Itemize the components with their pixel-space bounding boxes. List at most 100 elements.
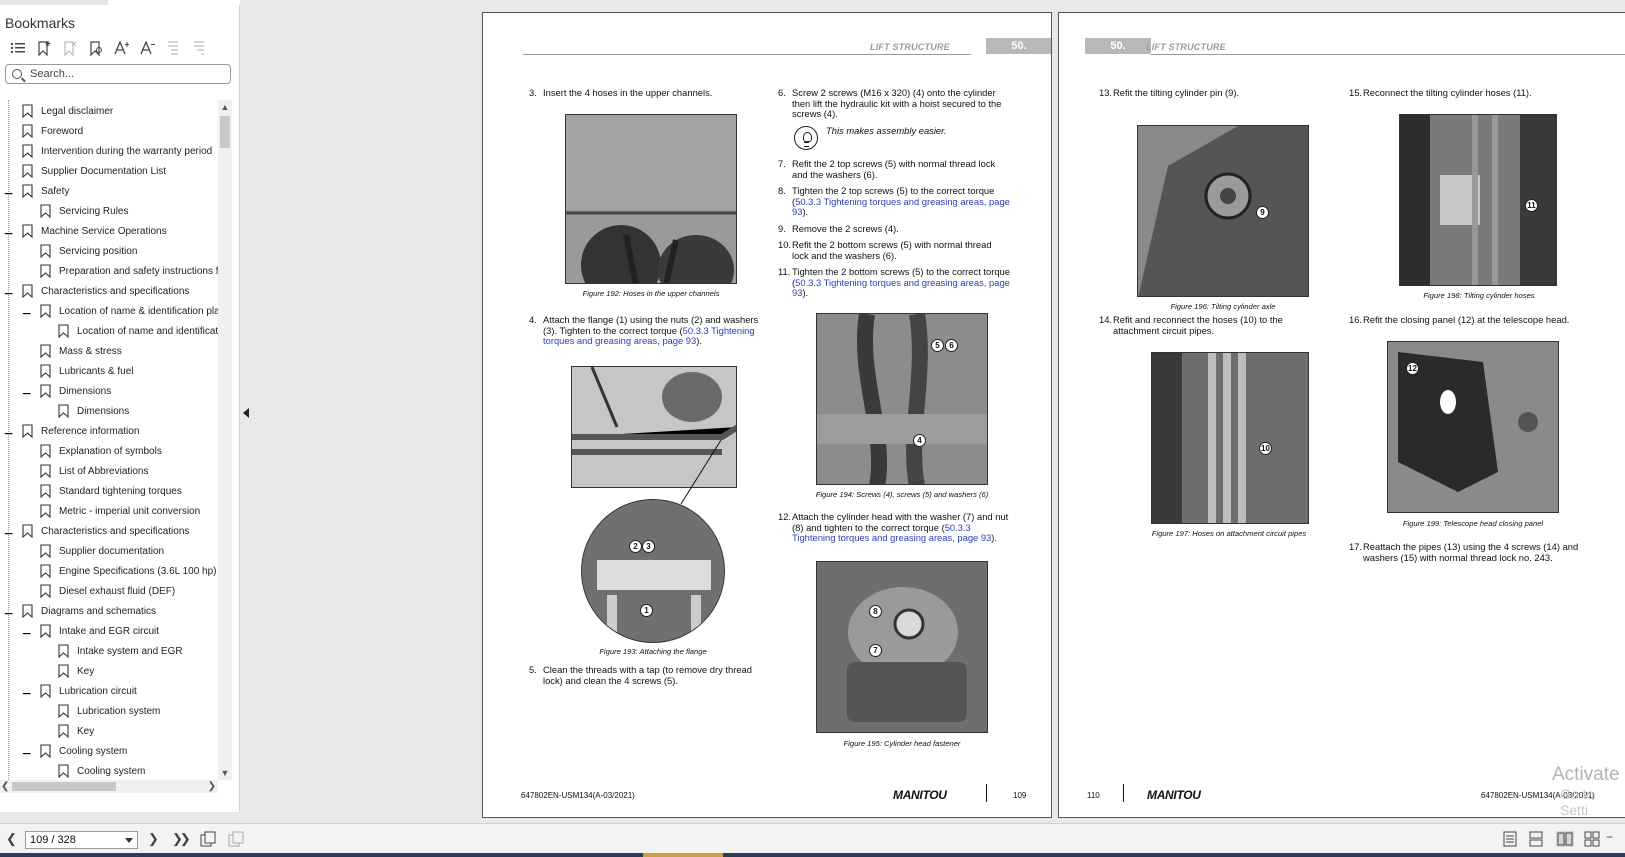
collapse-toggle-icon[interactable]: − xyxy=(22,626,31,644)
last-page-icon[interactable]: ❯❯ xyxy=(172,831,191,847)
collapse-toggle-icon[interactable]: − xyxy=(4,526,13,544)
bookmark-search-input[interactable] xyxy=(30,68,210,80)
bookmark-item[interactable]: Key xyxy=(58,661,94,681)
bookmark-item[interactable]: Diesel exhaust fluid (DEF) xyxy=(40,581,175,601)
torque-table-link[interactable]: 50.3.3 Tightening torques and greasing a… xyxy=(792,277,1010,299)
bookmark-item[interactable]: Lubrication circuit xyxy=(40,681,137,701)
scroll-thumb[interactable] xyxy=(220,116,230,148)
bookmark-icon xyxy=(40,624,51,638)
scroll-up-icon[interactable]: ▲ xyxy=(220,102,230,112)
collapse-toggle-icon[interactable]: − xyxy=(4,426,13,444)
delete-bookmark-icon[interactable] xyxy=(57,38,83,58)
bookmark-item[interactable]: Supplier documentation xyxy=(40,541,164,561)
expand-text-icon[interactable] xyxy=(109,38,135,58)
shrink-text-icon[interactable] xyxy=(135,38,161,58)
add-bookmark-icon[interactable] xyxy=(31,38,57,58)
bookmark-item[interactable]: Explanation of symbols xyxy=(40,441,162,461)
bookmark-item[interactable]: Lubricants & fuel xyxy=(40,361,134,381)
page-number-field[interactable]: 109 / 328 xyxy=(25,831,138,849)
step-text: Remove the 2 screws (4). xyxy=(792,223,899,234)
bookmark-item[interactable]: Cooling system xyxy=(58,761,145,780)
chevron-down-icon[interactable] xyxy=(125,838,133,843)
document-page-109: LIFT STRUCTURE 50. 3. Insert the 4 hoses… xyxy=(482,12,1052,818)
step-number: 7. xyxy=(778,158,786,169)
bookmark-search-box[interactable] xyxy=(5,64,231,84)
bookmark-item[interactable]: Supplier Documentation List xyxy=(22,161,166,181)
scroll-thumb-horizontal[interactable] xyxy=(12,782,116,791)
next-page-icon[interactable]: ❯ xyxy=(148,831,159,847)
bookmark-vertical-scrollbar[interactable]: ▲ ▼ xyxy=(218,100,232,780)
bookmark-item[interactable]: Servicing position xyxy=(40,241,137,261)
bookmark-item[interactable]: Intake system and EGR xyxy=(58,641,183,661)
step-text: Tighten the 2 bottom screws (5) to the c… xyxy=(792,266,1010,299)
bookmarks-title: Bookmarks xyxy=(5,15,76,31)
expand-all-icon[interactable] xyxy=(161,38,187,58)
bookmark-item[interactable]: Preparation and safety instructions for xyxy=(40,261,218,281)
callout-12: 12 xyxy=(1406,362,1419,375)
bookmark-item[interactable]: Metric - imperial unit conversion xyxy=(40,501,200,521)
bookmark-item[interactable]: Location of name & identification pla xyxy=(40,301,218,321)
collapse-panel-icon[interactable] xyxy=(243,408,249,418)
collapse-toggle-icon[interactable]: − xyxy=(22,686,31,704)
collapse-toggle-icon[interactable]: − xyxy=(4,286,13,304)
bookmark-item[interactable]: Foreword xyxy=(22,121,83,141)
continuous-view-icon[interactable] xyxy=(1528,831,1544,847)
two-page-view-icon[interactable] xyxy=(1556,831,1574,847)
bookmark-item[interactable]: Key xyxy=(58,721,94,741)
bookmark-options-icon[interactable] xyxy=(5,38,31,58)
callout-1: 1 xyxy=(640,604,653,617)
bookmark-item[interactable]: List of Abbreviations xyxy=(40,461,149,481)
scroll-down-icon[interactable]: ▼ xyxy=(220,768,230,778)
figure-193-caption: Figure 193: Attaching the flange xyxy=(599,647,707,656)
torque-table-link[interactable]: 50.3.3 Tightening torques and greasing a… xyxy=(792,196,1010,218)
bookmark-item[interactable]: Characteristics and specifications xyxy=(22,521,189,541)
active-panel-tab[interactable] xyxy=(108,0,240,5)
bookmark-icon xyxy=(22,104,33,118)
step-text: Reconnect the tilting cylinder hoses (11… xyxy=(1363,87,1532,98)
collapse-toggle-icon[interactable]: − xyxy=(4,226,13,244)
zoom-out-icon[interactable]: − xyxy=(1606,830,1613,844)
bookmark-item[interactable]: Engine Specifications (3.6L 100 hp) xyxy=(40,561,217,581)
step-number: 15. xyxy=(1349,87,1363,98)
figure-197-image xyxy=(1151,352,1309,524)
bookmark-icon xyxy=(40,244,51,258)
collapse-toggle-icon[interactable]: − xyxy=(22,306,31,324)
bookmark-item[interactable]: Characteristics and specifications xyxy=(22,281,189,301)
bookmark-item[interactable]: Dimensions xyxy=(40,381,111,401)
prev-page-icon[interactable]: ❮ xyxy=(6,831,17,847)
bookmark-item[interactable]: Machine Service Operations xyxy=(22,221,167,241)
single-page-view-icon[interactable] xyxy=(1502,831,1518,847)
scroll-left-icon[interactable]: ❮ xyxy=(1,780,9,793)
collapse-toggle-icon[interactable]: − xyxy=(4,606,13,624)
bookmark-item[interactable]: Legal disclaimer xyxy=(22,101,113,121)
bookmark-item[interactable]: Safety xyxy=(22,181,69,201)
bookmark-item[interactable]: Cooling system xyxy=(40,741,127,761)
step-text: Refit and reconnect the hoses (10) to th… xyxy=(1113,314,1283,336)
bookmark-item[interactable]: Mass & stress xyxy=(40,341,122,361)
page-indicator: 109 / 328 xyxy=(30,834,76,846)
collapse-toggle-icon[interactable]: − xyxy=(22,386,31,404)
collapse-toggle-icon[interactable]: − xyxy=(22,746,31,764)
bookmark-item[interactable]: Intake and EGR circuit xyxy=(40,621,159,641)
bookmark-icon xyxy=(22,124,33,138)
collapse-toggle-icon[interactable]: − xyxy=(4,186,13,204)
paste-icon[interactable] xyxy=(228,831,244,847)
step-number: 16. xyxy=(1349,314,1363,325)
bookmark-item[interactable]: Location of name and identificati xyxy=(58,321,218,341)
bookmark-item[interactable]: Intervention during the warranty period xyxy=(22,141,212,161)
tip-lightbulb-icon xyxy=(794,126,818,150)
bookmark-properties-icon[interactable] xyxy=(83,38,109,58)
bookmark-item[interactable]: Standard tightening torques xyxy=(40,481,182,501)
bookmark-label: Mass & stress xyxy=(59,345,122,357)
bookmark-item[interactable]: Reference information xyxy=(22,421,139,441)
scroll-right-icon[interactable]: ❯ xyxy=(208,780,216,793)
bookmark-item[interactable]: Diagrams and schematics xyxy=(22,601,156,621)
bookmark-horizontal-scrollbar[interactable]: ❮ ❯ xyxy=(0,780,218,793)
two-page-continuous-view-icon[interactable] xyxy=(1584,831,1600,847)
bookmark-item[interactable]: Servicing Rules xyxy=(40,201,128,221)
bookmark-item[interactable]: Dimensions xyxy=(58,401,129,421)
bookmark-item[interactable]: Lubrication system xyxy=(58,701,160,721)
copy-icon[interactable] xyxy=(200,831,216,847)
bookmark-icon xyxy=(40,584,51,598)
collapse-all-icon[interactable] xyxy=(187,38,213,58)
